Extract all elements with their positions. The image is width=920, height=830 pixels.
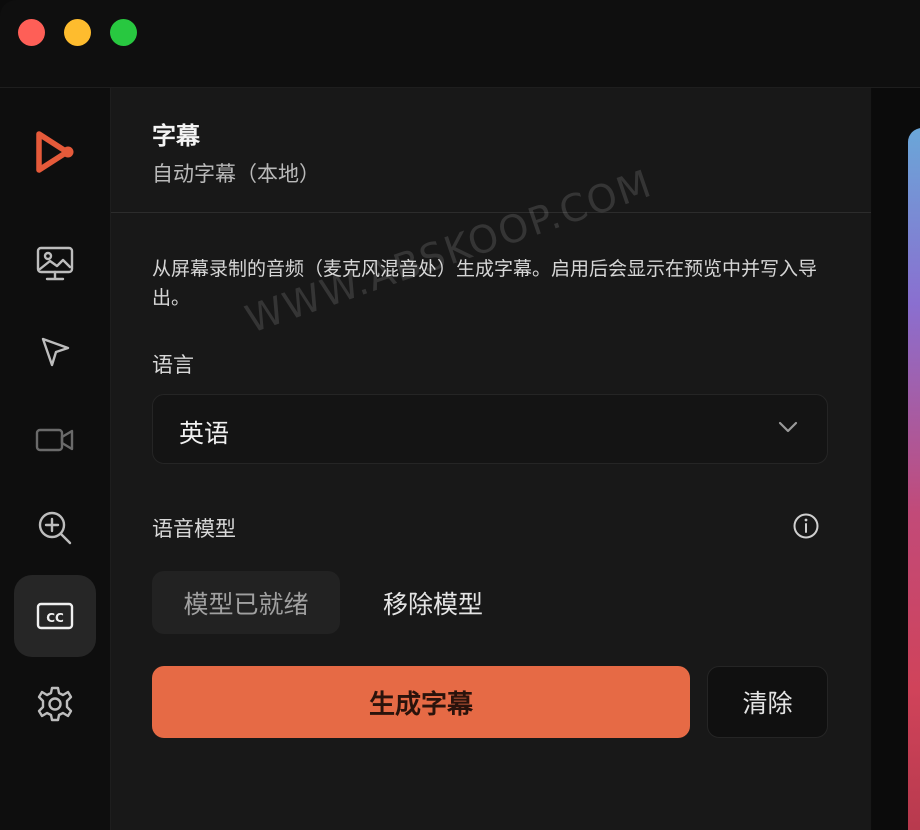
app-logo bbox=[14, 111, 96, 193]
language-select-value: 英语 bbox=[179, 419, 230, 448]
sidebar-item-camera[interactable] bbox=[14, 399, 96, 481]
model-ready-button[interactable]: 模型已就绪 bbox=[152, 571, 340, 634]
speech-model-label: 语音模型 bbox=[152, 517, 236, 541]
remove-model-button[interactable]: 移除模型 bbox=[363, 571, 503, 634]
gear-icon bbox=[37, 686, 73, 722]
chevron-down-icon bbox=[778, 421, 798, 433]
preview-area bbox=[872, 88, 920, 830]
clear-captions-button[interactable]: 清除 bbox=[707, 666, 828, 738]
sidebar-item-zoom[interactable] bbox=[14, 487, 96, 569]
sidebar-item-cursor[interactable] bbox=[14, 311, 96, 393]
play-logo-icon bbox=[36, 131, 74, 173]
preview-wallpaper bbox=[908, 128, 920, 830]
sidebar: CC bbox=[0, 88, 111, 830]
generate-captions-button[interactable]: 生成字幕 bbox=[152, 666, 690, 738]
monitor-image-icon bbox=[36, 246, 74, 281]
panel-header: 字幕 自动字幕（本地） bbox=[111, 88, 871, 213]
sidebar-item-screen[interactable] bbox=[14, 223, 96, 305]
window-titlebar bbox=[0, 0, 920, 88]
cursor-arrow-icon bbox=[41, 337, 70, 367]
info-icon[interactable] bbox=[792, 512, 820, 540]
svg-text:CC: CC bbox=[46, 611, 64, 625]
video-camera-icon bbox=[35, 428, 74, 452]
page-title: 字幕 bbox=[152, 122, 200, 150]
page-subtitle: 自动字幕（本地） bbox=[152, 162, 320, 186]
cc-icon: CC bbox=[36, 602, 74, 630]
captions-panel: 字幕 自动字幕（本地） 从屏幕录制的音频（麦克风混音处）生成字幕。启用后会显示在… bbox=[111, 88, 871, 830]
language-select[interactable]: 英语 bbox=[152, 394, 828, 464]
sidebar-item-captions[interactable]: CC bbox=[14, 575, 96, 657]
zoom-in-icon bbox=[38, 511, 72, 545]
language-label: 语言 bbox=[152, 353, 194, 377]
zoom-window-button[interactable] bbox=[110, 19, 137, 46]
minimize-window-button[interactable] bbox=[64, 19, 91, 46]
sidebar-item-settings[interactable] bbox=[14, 663, 96, 745]
close-window-button[interactable] bbox=[18, 19, 45, 46]
